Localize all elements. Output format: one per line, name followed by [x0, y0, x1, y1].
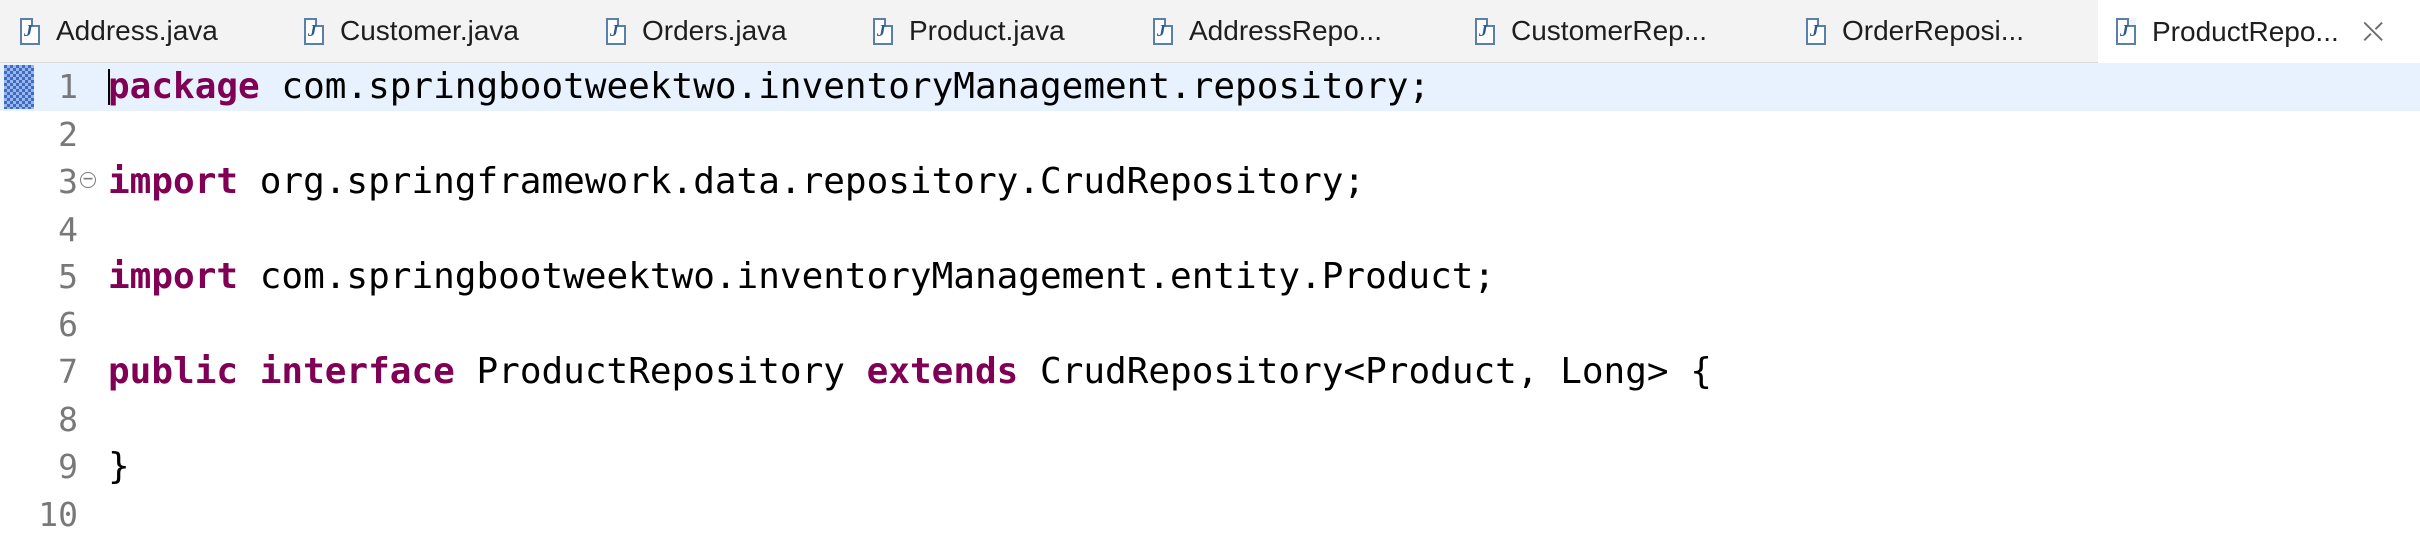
- code-line: 1 package com.springbootweektwo.inventor…: [0, 63, 2420, 111]
- java-file-icon: J: [1806, 18, 1826, 45]
- line-number: 9: [36, 443, 78, 491]
- line-number: 8: [36, 396, 78, 444]
- line-number: 4: [36, 206, 78, 254]
- code-line: 6: [0, 301, 2420, 349]
- code-text: import org.springframework.data.reposito…: [108, 158, 1365, 206]
- code-rest: org.springframework.data.repository.Crud…: [238, 161, 1365, 202]
- line-number: 10: [36, 491, 78, 538]
- code-text: package com.springbootweektwo.inventoryM…: [108, 63, 1430, 111]
- code-text: public interface ProductRepository exten…: [108, 348, 1712, 396]
- keyword: public: [108, 351, 238, 392]
- java-file-icon: J: [1475, 18, 1495, 45]
- line-number: 5: [36, 253, 78, 301]
- code-identifier: ProductRepository: [455, 351, 867, 392]
- java-file-icon: J: [606, 18, 626, 45]
- close-tab-icon[interactable]: ⛌: [2363, 18, 2384, 46]
- line-number: 6: [36, 301, 78, 349]
- tab-customer-java[interactable]: J Customer.java: [304, 0, 519, 62]
- line-number: 1: [36, 63, 78, 111]
- keyword: extends: [867, 351, 1019, 392]
- code-editor[interactable]: 1 package com.springbootweektwo.inventor…: [0, 63, 2420, 534]
- java-file-icon: J: [20, 18, 40, 45]
- tab-orders-java[interactable]: J Orders.java: [606, 0, 787, 62]
- code-text: }: [108, 443, 130, 491]
- tab-label: ProductRepo...: [2152, 16, 2339, 48]
- fold-collapse-icon[interactable]: −: [80, 172, 96, 188]
- code-line: 4: [0, 206, 2420, 254]
- code-line: 9 }: [0, 443, 2420, 491]
- java-file-icon: J: [873, 18, 893, 45]
- line-number: 7: [36, 348, 78, 396]
- text-cursor: [108, 69, 110, 105]
- keyword: package: [108, 66, 260, 107]
- tab-product-java[interactable]: J Product.java: [873, 0, 1065, 62]
- code-line: 2: [0, 111, 2420, 159]
- tab-label: Orders.java: [642, 15, 787, 47]
- code-rest: }: [108, 446, 130, 487]
- java-file-icon: J: [304, 18, 324, 45]
- code-line: 7 public interface ProductRepository ext…: [0, 348, 2420, 396]
- tab-label: OrderReposi...: [1842, 15, 2024, 47]
- java-file-icon: J: [1153, 18, 1173, 45]
- line-number: 2: [36, 111, 78, 159]
- keyword: import: [108, 161, 238, 202]
- tab-label: Customer.java: [340, 15, 519, 47]
- code-rest: com.springbootweektwo.inventoryManagemen…: [238, 256, 1495, 297]
- code-line: 10: [0, 491, 2420, 538]
- editor-tab-bar: J Address.java J Customer.java J Orders.…: [0, 0, 2420, 63]
- tab-label: Product.java: [909, 15, 1065, 47]
- line-number: 3: [36, 158, 78, 206]
- java-file-icon: J: [2116, 18, 2136, 45]
- current-line-marker: [4, 65, 34, 109]
- tab-order-repository[interactable]: J OrderReposi...: [1806, 0, 2024, 62]
- code-line: 8: [0, 396, 2420, 444]
- code-text: import com.springbootweektwo.inventoryMa…: [108, 253, 1495, 301]
- tab-label: Address.java: [56, 15, 218, 47]
- tab-label: CustomerRep...: [1511, 15, 1707, 47]
- keyword: interface: [260, 351, 455, 392]
- code-rest: com.springbootweektwo.inventoryManagemen…: [260, 66, 1430, 107]
- keyword: import: [108, 256, 238, 297]
- tab-customer-repository[interactable]: J CustomerRep...: [1475, 0, 1707, 62]
- tab-product-repository[interactable]: J ProductRepo... ⛌: [2098, 0, 2420, 63]
- code-rest: CrudRepository<Product, Long> {: [1018, 351, 1712, 392]
- tab-address-repository[interactable]: J AddressRepo...: [1153, 0, 1382, 62]
- code-line: 3 − import org.springframework.data.repo…: [0, 158, 2420, 206]
- tab-label: AddressRepo...: [1189, 15, 1382, 47]
- code-line: 5 import com.springbootweektwo.inventory…: [0, 253, 2420, 301]
- tab-address-java[interactable]: J Address.java: [20, 0, 218, 62]
